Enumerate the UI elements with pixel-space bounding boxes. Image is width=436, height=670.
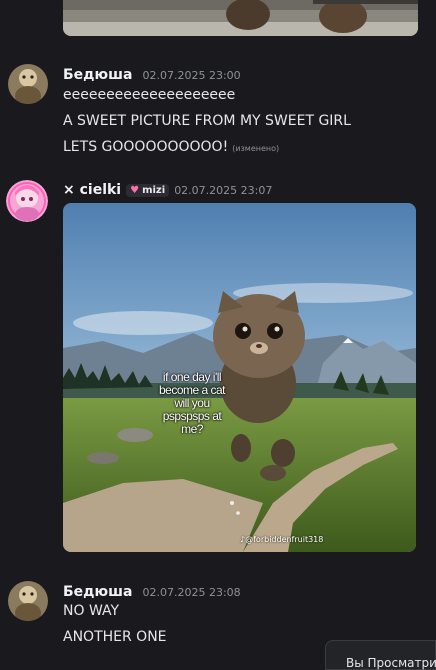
message-line: A SWEET PICTURE FROM MY SWEET GIRL (63, 113, 351, 129)
message-header: × cielki ♥ mizi 02.07.2025 23:07 (63, 182, 272, 198)
image-watermark: ♪@forbiddenfruit318 (240, 535, 323, 544)
user-avatar[interactable] (8, 64, 48, 104)
watermark-text: @forbiddenfruit318 (245, 535, 324, 544)
user-avatar[interactable] (8, 581, 48, 621)
viewing-popup[interactable]: Вы Просматри (325, 640, 436, 670)
previous-image-attachment[interactable] (63, 0, 418, 36)
message-line: ANOTHER ONE (63, 629, 167, 645)
cat-meme-image (63, 203, 416, 552)
image-attachment[interactable]: if one day i'll become a cat will you ps… (63, 203, 416, 552)
tag-label: mizi (142, 184, 166, 196)
user-avatar[interactable] (6, 180, 48, 222)
username[interactable]: × cielki (63, 182, 121, 198)
avatar-image (8, 581, 48, 621)
viewing-popup-label: Вы Просматри (346, 656, 436, 670)
timestamp: 02.07.2025 23:08 (142, 586, 241, 599)
timestamp: 02.07.2025 23:00 (142, 69, 241, 82)
heart-icon: ♥ (130, 184, 140, 196)
message-header: Бедюша 02.07.2025 23:00 (63, 64, 241, 83)
timestamp: 02.07.2025 23:07 (174, 183, 273, 197)
previous-image (63, 0, 418, 36)
avatar-image (8, 64, 48, 104)
message-line: eeeeeeeeeeeeeeeeeeee (63, 87, 236, 103)
avatar-image (6, 180, 48, 222)
user-tag[interactable]: ♥ mizi (126, 183, 170, 197)
message-line-edited: LETS GOOOOOOOOOO! (изменено) (63, 139, 279, 155)
username[interactable]: Бедюша (63, 67, 132, 83)
message-text: LETS GOOOOOOOOOO! (63, 139, 229, 155)
message-header: Бедюша 02.07.2025 23:08 (63, 581, 241, 600)
username[interactable]: Бедюша (63, 584, 132, 600)
message-line: NO WAY (63, 603, 120, 619)
edited-label: (изменено) (232, 144, 280, 153)
image-caption: if one day i'll become a cat will you ps… (158, 370, 226, 436)
